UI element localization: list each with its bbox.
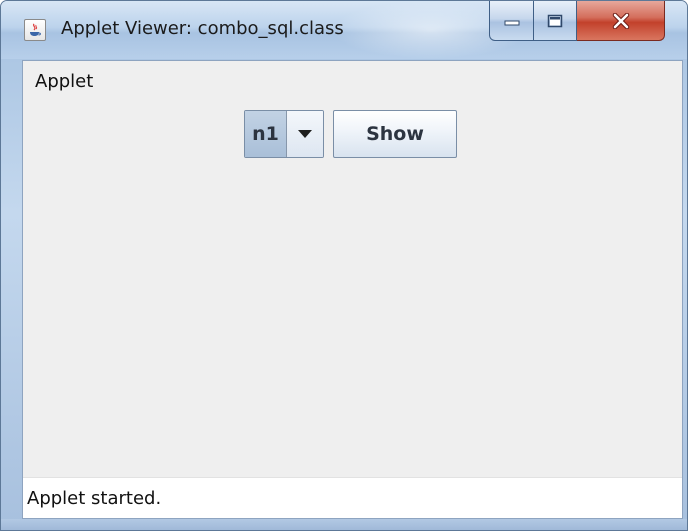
maximize-icon <box>547 14 563 27</box>
chevron-down-icon <box>298 130 312 138</box>
close-button[interactable] <box>577 1 665 41</box>
minimize-button[interactable] <box>489 1 534 41</box>
close-icon <box>612 12 629 29</box>
applet-area: Applet n1 Show Applet started. <box>22 60 683 519</box>
window-frame-bottom <box>1 519 687 530</box>
java-icon[interactable] <box>24 19 46 41</box>
window-title: Applet Viewer: combo_sql.class <box>61 18 344 39</box>
show-button[interactable]: Show <box>333 110 457 158</box>
status-text: Applet started. <box>27 488 162 509</box>
combo-selected-value[interactable]: n1 <box>245 111 287 157</box>
combo-arrow-button[interactable] <box>287 111 323 157</box>
window-controls <box>489 1 665 41</box>
combo-box[interactable]: n1 <box>244 110 324 158</box>
applet-viewer-window: Applet Viewer: combo_sql.class Applet n1… <box>0 0 688 531</box>
applet-menu[interactable]: Applet <box>35 71 93 92</box>
maximize-button[interactable] <box>534 1 577 41</box>
status-bar: Applet started. <box>23 477 682 518</box>
title-bar[interactable]: Applet Viewer: combo_sql.class <box>1 1 687 59</box>
minimize-icon <box>504 20 519 25</box>
